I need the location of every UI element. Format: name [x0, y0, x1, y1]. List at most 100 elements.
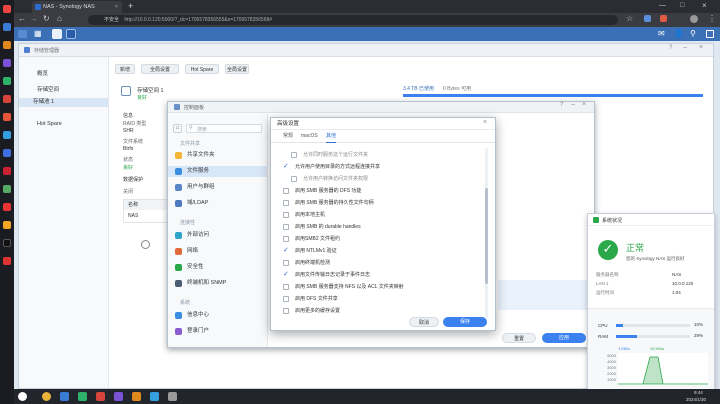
nav-item-terminal-snmp[interactable]: 终端机和 SNMP	[168, 278, 267, 289]
storage-manager-taskbar-icon[interactable]	[52, 29, 62, 39]
close-icon[interactable]: ×	[582, 101, 586, 108]
minimize-icon[interactable]: –	[683, 44, 687, 51]
checkbox[interactable]	[283, 163, 289, 170]
app-icon[interactable]	[3, 131, 11, 139]
scrollbar[interactable]	[485, 148, 488, 318]
show-desktop-icon[interactable]	[18, 30, 27, 38]
new-tab-icon[interactable]: +	[128, 0, 133, 12]
browser-menu-icon[interactable]: ⋮	[708, 14, 716, 23]
nav-item-network[interactable]: 网络	[168, 246, 267, 257]
app-icon[interactable]	[60, 392, 69, 401]
notifications-icon[interactable]: ✉	[658, 29, 665, 38]
app-icon[interactable]	[3, 59, 11, 67]
app-icon[interactable]	[3, 113, 11, 121]
reload-icon[interactable]: ↻	[43, 14, 50, 23]
close-window-icon[interactable]: ×	[702, 0, 707, 12]
sidebar-item-overview[interactable]: 概览	[25, 69, 48, 77]
sidebar-item-storage[interactable]: 存储空间	[25, 85, 59, 93]
option-row[interactable]: 允许同时服务这个运行文件夹	[291, 151, 491, 160]
checkbox[interactable]	[283, 224, 289, 230]
app-icon[interactable]	[3, 239, 11, 247]
app-icon[interactable]	[3, 77, 11, 85]
forward-icon[interactable]: →	[30, 14, 38, 23]
checkbox[interactable]	[283, 212, 289, 218]
app-icon[interactable]	[3, 257, 11, 265]
checkbox[interactable]	[283, 188, 289, 194]
checkbox[interactable]	[283, 271, 289, 278]
hot-spare-button[interactable]: Hot Spare	[185, 64, 219, 74]
settings-gear-icon[interactable]	[141, 240, 150, 249]
checkbox[interactable]	[291, 176, 297, 182]
app-icon[interactable]	[114, 392, 123, 401]
option-row[interactable]: 启用更多的缓存设置	[283, 307, 483, 316]
option-row[interactable]: 启用终端机检测	[283, 259, 483, 268]
extensions-icon[interactable]	[660, 15, 667, 22]
save-button[interactable]: 保存	[443, 317, 487, 327]
checkbox[interactable]	[283, 247, 289, 254]
checkbox[interactable]	[283, 200, 289, 206]
bookmark-star-icon[interactable]: ☆	[626, 14, 633, 23]
option-row[interactable]: 启用 SMB 服务器的 DFS 功能	[283, 187, 483, 196]
close-icon[interactable]: ×	[699, 44, 703, 51]
reset-button[interactable]: 重置	[502, 333, 536, 343]
sidebar-item-storage-pool-1[interactable]: 存储池 1	[19, 98, 108, 107]
browser-tab[interactable]: NAS - Synology NAS ×	[32, 1, 122, 13]
app-icon[interactable]	[3, 221, 11, 229]
nav-item-info-center[interactable]: 信息中心	[168, 310, 267, 321]
tab-others[interactable]: 其他	[326, 130, 337, 143]
app-icon[interactable]	[3, 41, 11, 49]
app-icon[interactable]	[3, 23, 11, 31]
search-icon[interactable]: ⚲	[690, 29, 696, 38]
widgets-icon[interactable]	[706, 30, 714, 38]
extensions-icon[interactable]	[644, 15, 651, 22]
sidebar-item-hot-spare[interactable]: Hot Spare	[25, 121, 62, 127]
profile-avatar[interactable]	[690, 15, 698, 23]
minimize-window-icon[interactable]: —	[659, 0, 666, 12]
option-row[interactable]: 启用文件传输日志记录于事件日志	[283, 271, 483, 280]
settings-button[interactable]: 全局设置	[225, 64, 249, 74]
help-icon[interactable]: ?	[669, 45, 672, 51]
minimize-icon[interactable]: –	[571, 101, 575, 108]
home-icon[interactable]: ⌂	[57, 14, 62, 23]
tab-general[interactable]: 常规	[283, 130, 293, 143]
storage-manager-titlebar[interactable]: 存储管理器 ? – ×	[19, 44, 713, 57]
option-row[interactable]: 启用 SMB 的 durable handles	[283, 223, 483, 232]
control-panel-titlebar[interactable]: 控制面板 ? – ×	[168, 101, 594, 113]
scrollbar-thumb[interactable]	[485, 188, 488, 284]
option-row[interactable]: 启用本地主机	[283, 211, 483, 220]
checkbox[interactable]	[283, 284, 289, 290]
app-icon[interactable]	[132, 392, 141, 401]
nav-item-external-access[interactable]: 外部访问	[168, 230, 267, 241]
close-tab-icon[interactable]: ×	[115, 1, 118, 13]
help-icon[interactable]: ?	[560, 102, 563, 108]
nav-item-security[interactable]: 安全性	[168, 262, 267, 273]
app-icon[interactable]	[168, 392, 177, 401]
apply-button[interactable]: 应用	[542, 333, 586, 343]
nav-item-users-groups[interactable]: 用户与群组	[168, 182, 267, 193]
app-icon[interactable]	[3, 203, 11, 211]
maximize-window-icon[interactable]: □	[680, 0, 684, 12]
nav-item-login-portal[interactable]: 登录门户	[168, 326, 267, 337]
create-button[interactable]: 新增	[115, 64, 135, 74]
checkbox[interactable]	[283, 236, 289, 242]
option-row[interactable]: 启用 NTLMv1 验证	[283, 247, 483, 256]
checkbox[interactable]	[283, 260, 289, 266]
back-icon[interactable]: ←	[18, 14, 26, 23]
option-row[interactable]: 启用 SMB 服务器支持 NFS 以及 ACL 文件夹映射	[283, 283, 483, 292]
cancel-button[interactable]: 取消	[409, 317, 439, 327]
app-icon[interactable]	[3, 167, 11, 175]
option-row[interactable]: 允许用户使用目录的方式远程连接共享	[283, 163, 483, 172]
option-row[interactable]: 启用 DFS 文件共享	[283, 295, 483, 304]
option-row[interactable]: 允许用户转换访问文件夹权限	[291, 175, 491, 184]
checkbox[interactable]	[283, 308, 289, 314]
nav-item-domain-ldap[interactable]: 域/LDAP	[168, 198, 267, 209]
close-icon[interactable]: ×	[483, 119, 487, 126]
url-field[interactable]: 不安全 http://10.0.0.120:5000/?_dc=17065783…	[88, 15, 618, 25]
app-icon[interactable]	[3, 149, 11, 157]
nav-item-file-services[interactable]: 文件服务	[168, 166, 267, 177]
user-icon[interactable]: 👤	[674, 29, 684, 38]
nav-item-shared-folder[interactable]: 共享文件夹	[168, 150, 267, 161]
checkbox[interactable]	[291, 152, 297, 158]
chrome-icon[interactable]	[42, 392, 51, 401]
option-row[interactable]: 启用SMB2 文件租约	[283, 235, 483, 244]
